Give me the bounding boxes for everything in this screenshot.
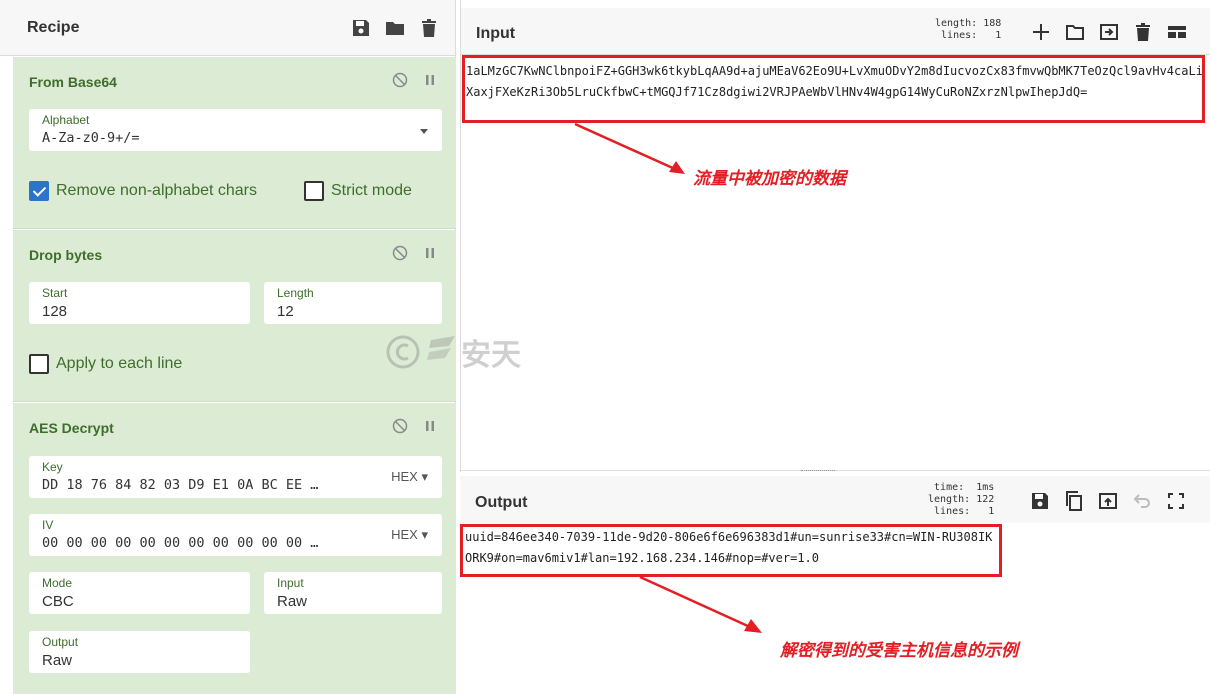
input-format-value: Raw [277, 593, 308, 610]
operation-from-base64[interactable]: From Base64 Alphabet A-Za-z0-9+/= Remove… [13, 57, 456, 229]
input-highlight-box [462, 55, 1205, 123]
output-highlight-box [460, 524, 1002, 577]
reset-layout-icon[interactable] [1167, 22, 1187, 42]
start-label: Start [42, 286, 68, 300]
strict-mode-label: Strict mode [331, 182, 412, 199]
input-header: Input length: 188 lines: 1 [461, 8, 1210, 55]
output-time-value: 1ms [976, 482, 995, 493]
output-header: Output time: 1ms length: 122 lines: 1 [460, 476, 1210, 523]
input-lines-value: 1 [995, 30, 1002, 41]
undo-icon[interactable] [1132, 491, 1152, 511]
panel-divider [461, 470, 1210, 471]
output-stats: time: 1ms length: 122 lines: 1 [928, 482, 995, 517]
alphabet-value: A-Za-z0-9+/= [42, 130, 140, 146]
operation-drop-bytes[interactable]: Drop bytes Start 128 Length 12 Apply to … [13, 230, 456, 402]
checkbox-unchecked-icon[interactable] [29, 354, 49, 374]
load-recipe-folder-icon[interactable] [385, 18, 405, 38]
breakpoint-pause-icon[interactable] [422, 245, 438, 261]
start-field[interactable]: Start 128 [29, 282, 250, 324]
iv-label: IV [42, 518, 54, 532]
operation-aes-decrypt[interactable]: AES Decrypt Key DD 18 76 84 82 03 D9 E1 … [13, 403, 456, 694]
breakpoint-pause-icon[interactable] [422, 418, 438, 434]
open-file-folder-icon[interactable] [1065, 22, 1085, 42]
apply-each-line-checkbox[interactable]: Apply to each line [29, 354, 182, 374]
output-length-value: 122 [976, 494, 995, 505]
length-field[interactable]: Length 12 [264, 282, 442, 324]
alphabet-label: Alphabet [42, 113, 90, 127]
replace-input-icon[interactable] [1098, 491, 1118, 511]
disable-operation-icon[interactable] [392, 72, 408, 88]
output-annotation: 解密得到的受害主机信息的示例 [780, 641, 1018, 661]
annotation-arrow-icon [574, 122, 685, 174]
remove-non-alphabet-checkbox[interactable]: Remove non-alphabet chars [29, 181, 257, 201]
input-stats: length: 188 lines: 1 [935, 18, 1002, 41]
save-output-icon[interactable] [1030, 491, 1050, 511]
output-title: Output [475, 494, 528, 511]
recipe-header: Recipe [0, 0, 455, 56]
chevron-down-icon [420, 129, 428, 134]
annotation-arrow-icon [639, 575, 762, 633]
iv-field[interactable]: IV 00 00 00 00 00 00 00 00 00 00 00 … HE… [29, 514, 442, 556]
add-tab-plus-icon[interactable] [1031, 22, 1051, 42]
strict-mode-checkbox[interactable]: Strict mode [304, 181, 412, 201]
length-label: Length [277, 286, 314, 300]
antiy-watermark-logo: 安天 [385, 330, 521, 374]
length-value: 12 [277, 303, 294, 320]
input-title: Input [476, 25, 516, 42]
output-format-label: Output [42, 635, 79, 649]
input-annotation: 流量中被加密的数据 [693, 169, 846, 189]
recipe-title: Recipe [27, 18, 80, 36]
copyright-icon [386, 335, 420, 369]
key-field[interactable]: Key DD 18 76 84 82 03 D9 E1 0A BC EE … H… [29, 456, 442, 498]
alphabet-select[interactable]: Alphabet A-Za-z0-9+/= [29, 109, 442, 151]
open-input-icon[interactable] [1099, 22, 1119, 42]
checkbox-checked-icon[interactable] [29, 181, 49, 201]
watermark-text: 安天 [461, 338, 521, 373]
key-format-dropdown[interactable]: HEX ▾ [391, 469, 428, 485]
key-label: Key [42, 460, 63, 474]
operation-title: From Base64 [29, 74, 117, 90]
disable-operation-icon[interactable] [392, 418, 408, 434]
save-recipe-icon[interactable] [351, 18, 371, 38]
input-length-value: 188 [983, 18, 1002, 29]
output-lines-value: 1 [988, 506, 995, 517]
clear-recipe-trash-icon[interactable] [419, 18, 439, 38]
input-format-label: Input [277, 576, 304, 590]
mode-label: Mode [42, 576, 73, 590]
iv-format-dropdown[interactable]: HEX ▾ [391, 527, 428, 543]
breakpoint-pause-icon[interactable] [422, 72, 438, 88]
input-panel: Input length: 188 lines: 1 1aLMzGC7KwNCl… [460, 0, 1210, 472]
disable-operation-icon[interactable] [392, 245, 408, 261]
output-format-value: Raw [42, 652, 73, 669]
remove-non-alphabet-label: Remove non-alphabet chars [56, 182, 258, 199]
start-value: 128 [42, 303, 68, 320]
key-value: DD 18 76 84 82 03 D9 E1 0A BC EE … [42, 477, 319, 493]
mode-value: CBC [42, 593, 74, 610]
operation-title: AES Decrypt [29, 420, 114, 436]
mode-select[interactable]: Mode CBC [29, 572, 250, 614]
apply-each-line-label: Apply to each line [56, 355, 183, 372]
input-format-select[interactable]: Input Raw [264, 572, 442, 614]
output-format-select[interactable]: Output Raw [29, 631, 250, 673]
iv-value: 00 00 00 00 00 00 00 00 00 00 00 … [42, 535, 319, 551]
copy-output-icon[interactable] [1064, 491, 1084, 511]
antiy-logo-icon [427, 336, 455, 360]
checkbox-unchecked-icon[interactable] [304, 181, 324, 201]
clear-input-trash-icon[interactable] [1133, 22, 1153, 42]
maximise-icon[interactable] [1166, 491, 1186, 511]
output-panel: Output time: 1ms length: 122 lines: 1 uu… [460, 472, 1210, 694]
operation-title: Drop bytes [29, 247, 103, 263]
